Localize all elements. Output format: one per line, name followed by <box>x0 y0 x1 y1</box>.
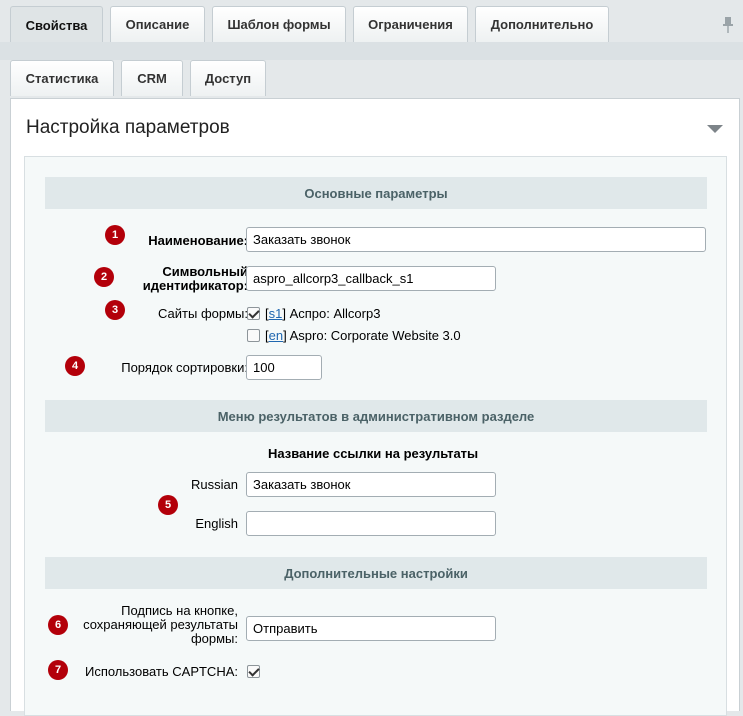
site-s1-link[interactable]: s1 <box>269 306 283 321</box>
callout-badge-3: 3 <box>105 300 125 320</box>
tab-statistics[interactable]: Статистика <box>10 60 114 96</box>
site-en-link[interactable]: en <box>269 328 283 343</box>
sid-label: Символьный идентификатор: <box>142 264 248 293</box>
captcha-checkbox[interactable] <box>247 665 260 678</box>
tab-row-primary: Свойства Описание Шаблон формы Ограничен… <box>0 6 743 44</box>
tab-description[interactable]: Описание <box>110 6 205 42</box>
section-main-params: Основные параметры <box>45 177 707 209</box>
button-caption-label: Подпись на кнопке, сохраняющей результат… <box>83 603 238 646</box>
pin-icon[interactable] <box>721 16 735 34</box>
section-extra-settings: Дополнительные настройки <box>45 557 707 589</box>
collapse-arrow-icon[interactable] <box>707 125 723 133</box>
captcha-label: Использовать CAPTCHA: <box>84 664 238 679</box>
panel-title: Настройка параметров <box>26 117 230 138</box>
callout-badge-6: 6 <box>48 615 68 635</box>
section-admin-menu: Меню результатов в административном разд… <box>45 400 707 432</box>
russian-label: Russian <box>191 477 238 492</box>
tab-crm[interactable]: CRM <box>121 60 183 96</box>
english-link-input[interactable] <box>246 511 496 536</box>
name-input[interactable] <box>246 227 706 252</box>
callout-badge-1: 1 <box>105 225 125 245</box>
callout-badge-5: 5 <box>158 495 178 515</box>
tab-additional[interactable]: Дополнительно <box>475 6 609 42</box>
tab-row-secondary: Статистика CRM Доступ <box>0 60 743 98</box>
tab-access[interactable]: Доступ <box>190 60 266 96</box>
name-label: Наименование: <box>148 233 248 248</box>
callout-badge-2: 2 <box>94 267 114 287</box>
site-s1-checkbox[interactable] <box>247 307 260 320</box>
callout-badge-4: 4 <box>65 356 85 376</box>
sort-label: Порядок сортировки: <box>121 360 248 375</box>
tab-strip-divider <box>0 42 743 60</box>
results-link-heading: Название ссылки на результаты <box>268 446 479 461</box>
english-label: English <box>195 516 238 531</box>
sort-input[interactable] <box>246 355 322 380</box>
site-s1-label: [s1] Аспро: Allcorp3 <box>265 306 381 321</box>
sites-label: Сайты формы: <box>158 306 248 321</box>
russian-link-input[interactable] <box>246 472 496 497</box>
callout-badge-7: 7 <box>48 660 68 680</box>
sid-input[interactable] <box>246 266 496 291</box>
tab-form-template[interactable]: Шаблон формы <box>212 6 346 42</box>
settings-panel: Настройка параметров Основные параметры … <box>10 98 740 716</box>
button-caption-input[interactable] <box>246 616 496 641</box>
tab-properties[interactable]: Свойства <box>10 6 103 44</box>
settings-form: Основные параметры 1 Наименование: 2 Сим… <box>24 156 727 716</box>
tab-restrictions[interactable]: Ограничения <box>353 6 468 42</box>
site-en-checkbox[interactable] <box>247 329 260 342</box>
site-en-label: [en] Aspro: Corporate Website 3.0 <box>265 328 461 343</box>
